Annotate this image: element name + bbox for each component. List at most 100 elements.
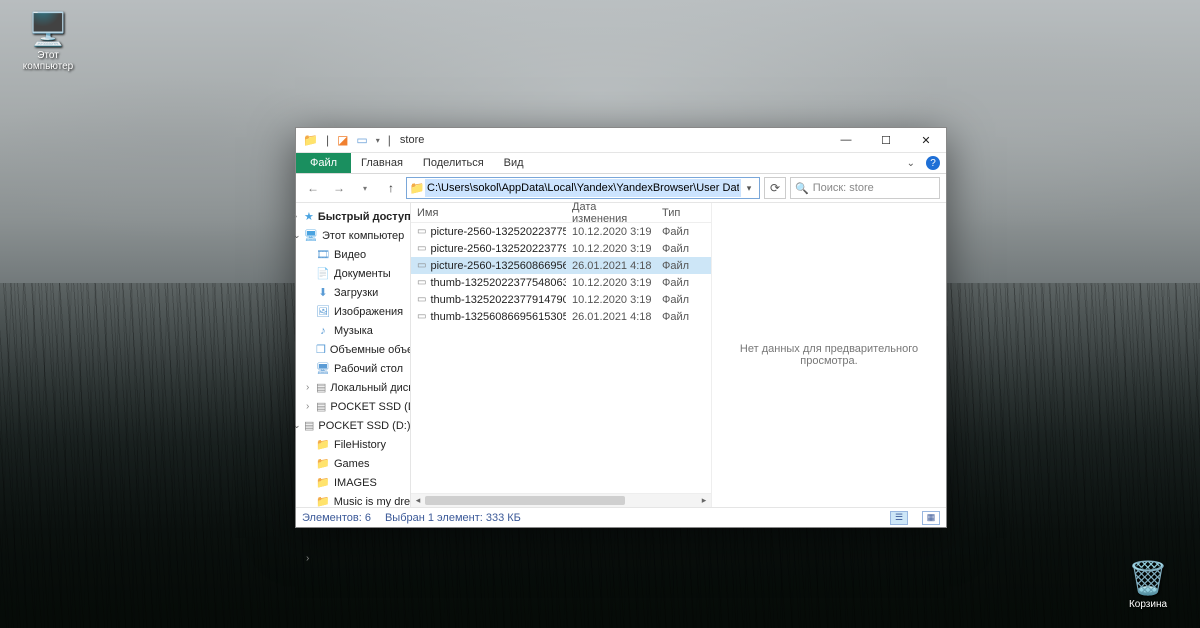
- minimize-button[interactable]: —: [826, 128, 866, 152]
- forward-button[interactable]: →: [328, 177, 350, 199]
- column-type[interactable]: Тип: [656, 207, 701, 219]
- file-type: Файл: [656, 260, 701, 272]
- search-placeholder: Поиск: store: [813, 182, 874, 194]
- file-date: 26.01.2021 4:18: [566, 311, 656, 323]
- status-count: Элементов: 6: [302, 512, 371, 524]
- horizontal-scrollbar[interactable]: ◂ ▸: [411, 493, 711, 507]
- nav-desktop[interactable]: 🖥Рабочий стол: [296, 359, 410, 378]
- address-dropdown-icon[interactable]: ▾: [741, 183, 757, 194]
- file-icon: ▭: [417, 311, 426, 322]
- nav-pictures[interactable]: 🖼Изображения: [296, 302, 410, 321]
- window-controls: — ☐ ✕: [826, 128, 946, 152]
- file-list: Имя Дата изменения Тип ▭picture-2560-132…: [411, 203, 711, 507]
- tab-view[interactable]: Вид: [494, 153, 534, 173]
- folder-icon: 📁: [316, 495, 330, 507]
- file-name: picture-2560-13252022377914790: [430, 243, 566, 255]
- qat-dropdown-icon[interactable]: ▾: [373, 136, 383, 145]
- recent-dropdown[interactable]: ▾: [354, 177, 376, 199]
- scroll-left-icon[interactable]: ◂: [411, 494, 425, 507]
- column-name[interactable]: Имя: [411, 207, 566, 219]
- back-button[interactable]: ←: [302, 177, 324, 199]
- qat-separator: |: [323, 133, 332, 147]
- file-row[interactable]: ▭thumb-1325202237791479010.12.2020 3:19Ф…: [411, 291, 711, 308]
- nav-downloads[interactable]: ⬇Загрузки: [296, 283, 410, 302]
- file-name: thumb-13252022377548063: [430, 277, 566, 289]
- image-icon: 🖼: [316, 305, 330, 318]
- file-type: Файл: [656, 243, 701, 255]
- navigation-pane[interactable]: ★Быстрый доступ 🖥Этот компьютер 🎞Видео 📄…: [296, 203, 411, 507]
- desktop-icon-recycle-bin[interactable]: 🗑️ Корзина: [1112, 559, 1184, 610]
- file-name: thumb-13256086695615305: [430, 311, 566, 323]
- search-box[interactable]: 🔍 Поиск: store: [790, 177, 940, 199]
- nav-images[interactable]: 📁IMAGES: [296, 473, 410, 492]
- desktop[interactable]: 🖥️ Этот компьютер 🗑️ Корзина 📁 | ◪ ▭ ▾ |…: [0, 0, 1200, 628]
- file-date: 10.12.2020 3:19: [566, 277, 656, 289]
- desktop-icon-this-pc[interactable]: 🖥️ Этот компьютер: [12, 10, 84, 72]
- desktop-icon-label: Корзина: [1112, 599, 1184, 610]
- file-row[interactable]: ▭ picture-2560-1325608669561530526.01.202…: [411, 257, 711, 274]
- trash-icon: 🗑️: [1112, 559, 1184, 597]
- address-bar[interactable]: 📁 ▾: [406, 177, 760, 199]
- refresh-button[interactable]: ⟳: [764, 177, 786, 199]
- download-icon: ⬇: [316, 286, 330, 299]
- nav-pocket-ssd[interactable]: ▤POCKET SSD (D:): [296, 416, 410, 435]
- nav-videos[interactable]: 🎞Видео: [296, 245, 410, 264]
- nav-music-folder[interactable]: 📁Music is my dream: [296, 492, 410, 507]
- file-date: 26.01.2021 4:18: [566, 260, 656, 272]
- ribbon-expand-icon[interactable]: ⌄: [902, 158, 920, 169]
- nav-music[interactable]: ♪Музыка: [296, 321, 410, 340]
- cube-icon: ❒: [316, 343, 326, 356]
- column-date[interactable]: Дата изменения: [566, 201, 656, 225]
- file-rows: ▭picture-2560-1325202237754806310.12.202…: [411, 223, 711, 493]
- nav-local-disk[interactable]: ▤Локальный диск: [296, 378, 410, 397]
- document-icon: 📄: [316, 267, 330, 280]
- explorer-body: ★Быстрый доступ 🖥Этот компьютер 🎞Видео 📄…: [296, 202, 946, 507]
- folder-icon: 📁: [316, 476, 330, 489]
- file-name: picture-2560-13256086695615305: [430, 260, 566, 272]
- drive-icon: ▤: [316, 400, 326, 413]
- address-input[interactable]: [425, 179, 741, 197]
- up-button[interactable]: ↑: [380, 177, 402, 199]
- desktop-icon-label: Этот компьютер: [12, 50, 84, 72]
- scroll-thumb[interactable]: [425, 496, 625, 505]
- qat-properties-icon[interactable]: ◪: [334, 133, 351, 147]
- nav-filehistory[interactable]: 📁FileHistory: [296, 435, 410, 454]
- folder-icon: 📁: [409, 181, 425, 195]
- nav-3dobjects[interactable]: ❒Объемные объекты: [296, 340, 410, 359]
- view-icons-button[interactable]: ▦: [922, 511, 940, 525]
- address-row: ← → ▾ ↑ 📁 ▾ ⟳ 🔍 Поиск: store: [296, 174, 946, 202]
- close-button[interactable]: ✕: [906, 128, 946, 152]
- file-icon: ▭: [417, 226, 426, 237]
- view-details-button[interactable]: ☰: [890, 511, 908, 525]
- nav-pocket-ssd-c[interactable]: ▤POCKET SSD (D:): [296, 397, 410, 416]
- preview-message: Нет данных для предварительного просмотр…: [722, 343, 936, 367]
- nav-games[interactable]: 📁Games: [296, 454, 410, 473]
- monitor-icon: 🖥: [304, 229, 318, 242]
- file-row[interactable]: ▭picture-2560-1325202237791479010.12.202…: [411, 240, 711, 257]
- titlebar[interactable]: 📁 | ◪ ▭ ▾ | store — ☐ ✕: [296, 128, 946, 153]
- file-row[interactable]: ▭thumb-1325202237754806310.12.2020 3:19Ф…: [411, 274, 711, 291]
- preview-pane: Нет данных для предварительного просмотр…: [711, 203, 946, 507]
- help-icon[interactable]: ?: [926, 156, 940, 170]
- main-area: Имя Дата изменения Тип ▭picture-2560-132…: [411, 203, 946, 507]
- tab-share[interactable]: Поделиться: [413, 153, 494, 173]
- file-icon: ▭: [417, 260, 426, 271]
- folder-icon: 📁: [316, 438, 330, 451]
- star-icon: ★: [304, 210, 314, 223]
- explorer-window: 📁 | ◪ ▭ ▾ | store — ☐ ✕ Файл Главная Под…: [295, 127, 947, 528]
- folder-icon: 📁: [300, 133, 321, 147]
- tab-file[interactable]: Файл: [296, 153, 351, 173]
- status-selection: Выбран 1 элемент: 333 КБ: [385, 512, 521, 524]
- nav-quick-access[interactable]: ★Быстрый доступ: [296, 207, 410, 226]
- file-row[interactable]: ▭picture-2560-1325202237754806310.12.202…: [411, 223, 711, 240]
- desktop-icon: 🖥: [316, 362, 330, 375]
- tab-home[interactable]: Главная: [351, 153, 413, 173]
- maximize-button[interactable]: ☐: [866, 128, 906, 152]
- file-row[interactable]: ▭thumb-1325608669561530526.01.2021 4:18Ф…: [411, 308, 711, 325]
- qat-newfolder-icon[interactable]: ▭: [353, 133, 370, 147]
- scroll-right-icon[interactable]: ▸: [697, 494, 711, 507]
- nav-this-pc[interactable]: 🖥Этот компьютер: [296, 226, 410, 245]
- file-type: Файл: [656, 226, 701, 238]
- nav-documents[interactable]: 📄Документы: [296, 264, 410, 283]
- quick-access-toolbar: 📁 | ◪ ▭ ▾ |: [296, 133, 394, 147]
